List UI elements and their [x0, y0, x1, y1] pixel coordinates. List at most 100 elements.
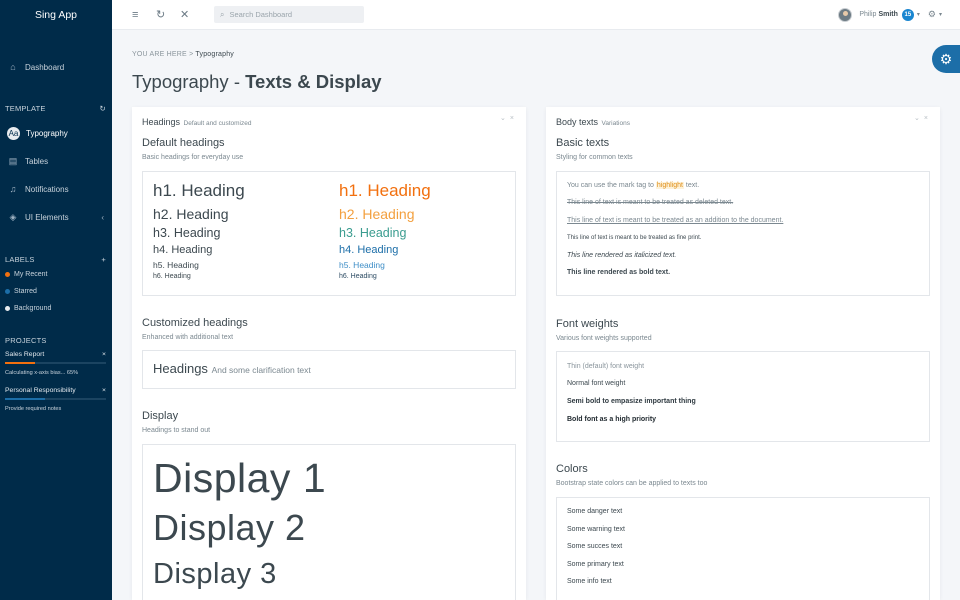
- label-starred[interactable]: Starred: [0, 283, 112, 300]
- search-input[interactable]: ⌕ Search Dashboard: [214, 6, 364, 23]
- settings-gear-button[interactable]: ⚙: [932, 45, 960, 73]
- sidebar-item-label: Dashboard: [25, 62, 65, 72]
- sidebar: Sing App ⌂ Dashboard TEMPLATE ↻ Aa Typog…: [0, 0, 112, 600]
- blue-dot-icon: [5, 289, 10, 294]
- success-text: Some succes text: [567, 543, 623, 550]
- close-icon[interactable]: ×: [510, 115, 518, 122]
- gear-icon[interactable]: ⚙: [928, 9, 936, 20]
- chevron-down-icon[interactable]: ▾: [939, 11, 942, 18]
- h5-heading: h5. Heading: [153, 260, 199, 270]
- headings-widget: Headings Default and customized ⌄× Defau…: [132, 107, 526, 600]
- menu-icon[interactable]: ≡: [132, 0, 138, 30]
- semibold-weight-text: Semi bold to empasize important thing: [567, 398, 696, 405]
- labels-section-title: LABELS +: [5, 254, 106, 264]
- breadcrumb: YOU ARE HERE > Typography: [132, 51, 234, 58]
- default-headings-box: h1. Heading h2. Heading h3. Heading h4. …: [142, 171, 516, 296]
- basic-texts-box: You can use the mark tag to highlight te…: [556, 171, 930, 296]
- info-text: Some info text: [567, 578, 612, 585]
- refresh-icon[interactable]: ↻: [100, 104, 106, 113]
- project-personal-responsibility[interactable]: Personal Responsibility × Provide requir…: [0, 384, 112, 416]
- search-icon: ⌕: [220, 9, 225, 19]
- sidebar-item-label: UI Elements: [25, 212, 69, 222]
- primary-text: Some primary text: [567, 561, 624, 568]
- projects-section-title: PROJECTS: [5, 335, 47, 345]
- progress-bar: [5, 398, 106, 400]
- home-icon: ⌂: [10, 62, 16, 72]
- chevron-down-icon[interactable]: ⌄: [914, 115, 924, 122]
- h6-heading-colored: h6. Heading: [339, 273, 377, 280]
- close-icon[interactable]: ✕: [180, 0, 189, 30]
- font-weights-sub: Various font weights supported: [556, 335, 652, 342]
- display-box: Display 1 Display 2 Display 3: [142, 444, 516, 600]
- widget-title: Headings Default and customized: [142, 117, 252, 127]
- deleted-text: This line of text is meant to be treated…: [567, 199, 734, 206]
- chevron-down-icon[interactable]: ⌄: [500, 115, 510, 122]
- sidebar-item-ui-elements[interactable]: ◈ UI Elements ‹: [0, 203, 112, 231]
- font-weights-box: Thin (default) font weight Normal font w…: [556, 351, 930, 442]
- page-title: Typography - Texts & Display: [132, 71, 382, 92]
- basic-texts-title: Basic texts: [556, 137, 610, 149]
- h3-heading: h3. Heading: [153, 226, 221, 240]
- brand-logo[interactable]: Sing App: [0, 0, 112, 30]
- h1-heading: h1. Heading: [153, 181, 245, 200]
- highlight-mark: highlight: [655, 182, 684, 189]
- italic-text: This line rendered as italicized text.: [567, 252, 677, 259]
- h4-heading: h4. Heading: [153, 244, 213, 256]
- white-dot-icon: [5, 306, 10, 311]
- h3-heading-colored: h3. Heading: [339, 226, 407, 240]
- mark-text: You can use the mark tag to highlight te…: [567, 182, 700, 189]
- plus-icon[interactable]: +: [101, 255, 106, 264]
- thin-weight-text: Thin (default) font weight: [567, 363, 645, 370]
- normal-weight-text: Normal font weight: [567, 380, 626, 387]
- refresh-icon[interactable]: ↻: [156, 0, 165, 30]
- basic-texts-sub: Styling for common texts: [556, 154, 633, 161]
- label-background[interactable]: Background: [0, 300, 112, 317]
- close-icon[interactable]: ×: [102, 351, 106, 358]
- bold-weight-text: Bold font as a high priority: [567, 416, 657, 423]
- colors-box: Some danger text Some warning text Some …: [556, 497, 930, 600]
- h4-heading-colored: h4. Heading: [339, 244, 399, 256]
- orange-dot-icon: [5, 272, 10, 277]
- notification-badge[interactable]: 15: [901, 8, 914, 21]
- sidebar-item-typography[interactable]: Aa Typography: [0, 119, 112, 147]
- warning-text: Some warning text: [567, 526, 625, 533]
- display-3: Display 3: [153, 558, 277, 590]
- sidebar-item-label: Notifications: [25, 184, 69, 194]
- customized-headings-title: Customized headings: [142, 317, 248, 329]
- default-headings-sub: Basic headings for everyday use: [142, 154, 244, 161]
- label-my-recent[interactable]: My Recent: [0, 266, 112, 283]
- customized-headings-box: Headings And some clarification text: [142, 350, 516, 389]
- body-texts-widget: Body texts Variations ⌄× Basic texts Sty…: [546, 107, 940, 600]
- close-icon[interactable]: ×: [102, 387, 106, 394]
- table-icon: ▤: [8, 155, 18, 166]
- bell-icon: ♫: [9, 184, 17, 194]
- chevron-left-icon: ‹: [101, 212, 104, 222]
- user-menu[interactable]: Philip Smith 15 ▾ ⚙ ▾: [838, 6, 942, 23]
- h6-heading: h6. Heading: [153, 273, 191, 280]
- sidebar-item-label: Typography: [26, 128, 68, 138]
- close-icon[interactable]: ×: [924, 115, 932, 122]
- widget-title: Body texts Variations: [556, 117, 630, 127]
- chevron-down-icon[interactable]: ▾: [917, 11, 920, 18]
- h2-heading: h2. Heading: [153, 206, 229, 222]
- colors-title: Colors: [556, 463, 588, 475]
- avatar[interactable]: [838, 7, 853, 22]
- top-header: ≡ ↻ ✕ ⌕ Search Dashboard Philip Smith 15…: [112, 0, 960, 30]
- sidebar-item-notifications[interactable]: ♫ Notifications: [0, 175, 112, 203]
- customized-headings-sub: Enhanced with additional text: [142, 334, 234, 341]
- widget-controls: ⌄×: [914, 114, 932, 122]
- sidebar-item-dashboard[interactable]: ⌂ Dashboard: [0, 53, 112, 81]
- custom-heading: Headings And some clarification text: [153, 361, 311, 376]
- danger-text: Some danger text: [567, 508, 623, 515]
- template-section-title: TEMPLATE ↻: [5, 103, 106, 113]
- sidebar-item-tables[interactable]: ▤ Tables: [0, 147, 112, 175]
- h2-heading-colored: h2. Heading: [339, 206, 415, 222]
- h5-heading-colored: h5. Heading: [339, 260, 385, 270]
- breadcrumb-current: Typography: [195, 51, 234, 58]
- fine-print-text: This line of text is meant to be treated…: [567, 235, 702, 241]
- layers-icon: ◈: [9, 211, 17, 222]
- display-1: Display 1: [153, 455, 327, 501]
- display-sub: Headings to stand out: [142, 427, 211, 434]
- project-sales-report[interactable]: Sales Report × Calculating x-axis bias..…: [0, 348, 112, 380]
- progress-bar: [5, 362, 106, 364]
